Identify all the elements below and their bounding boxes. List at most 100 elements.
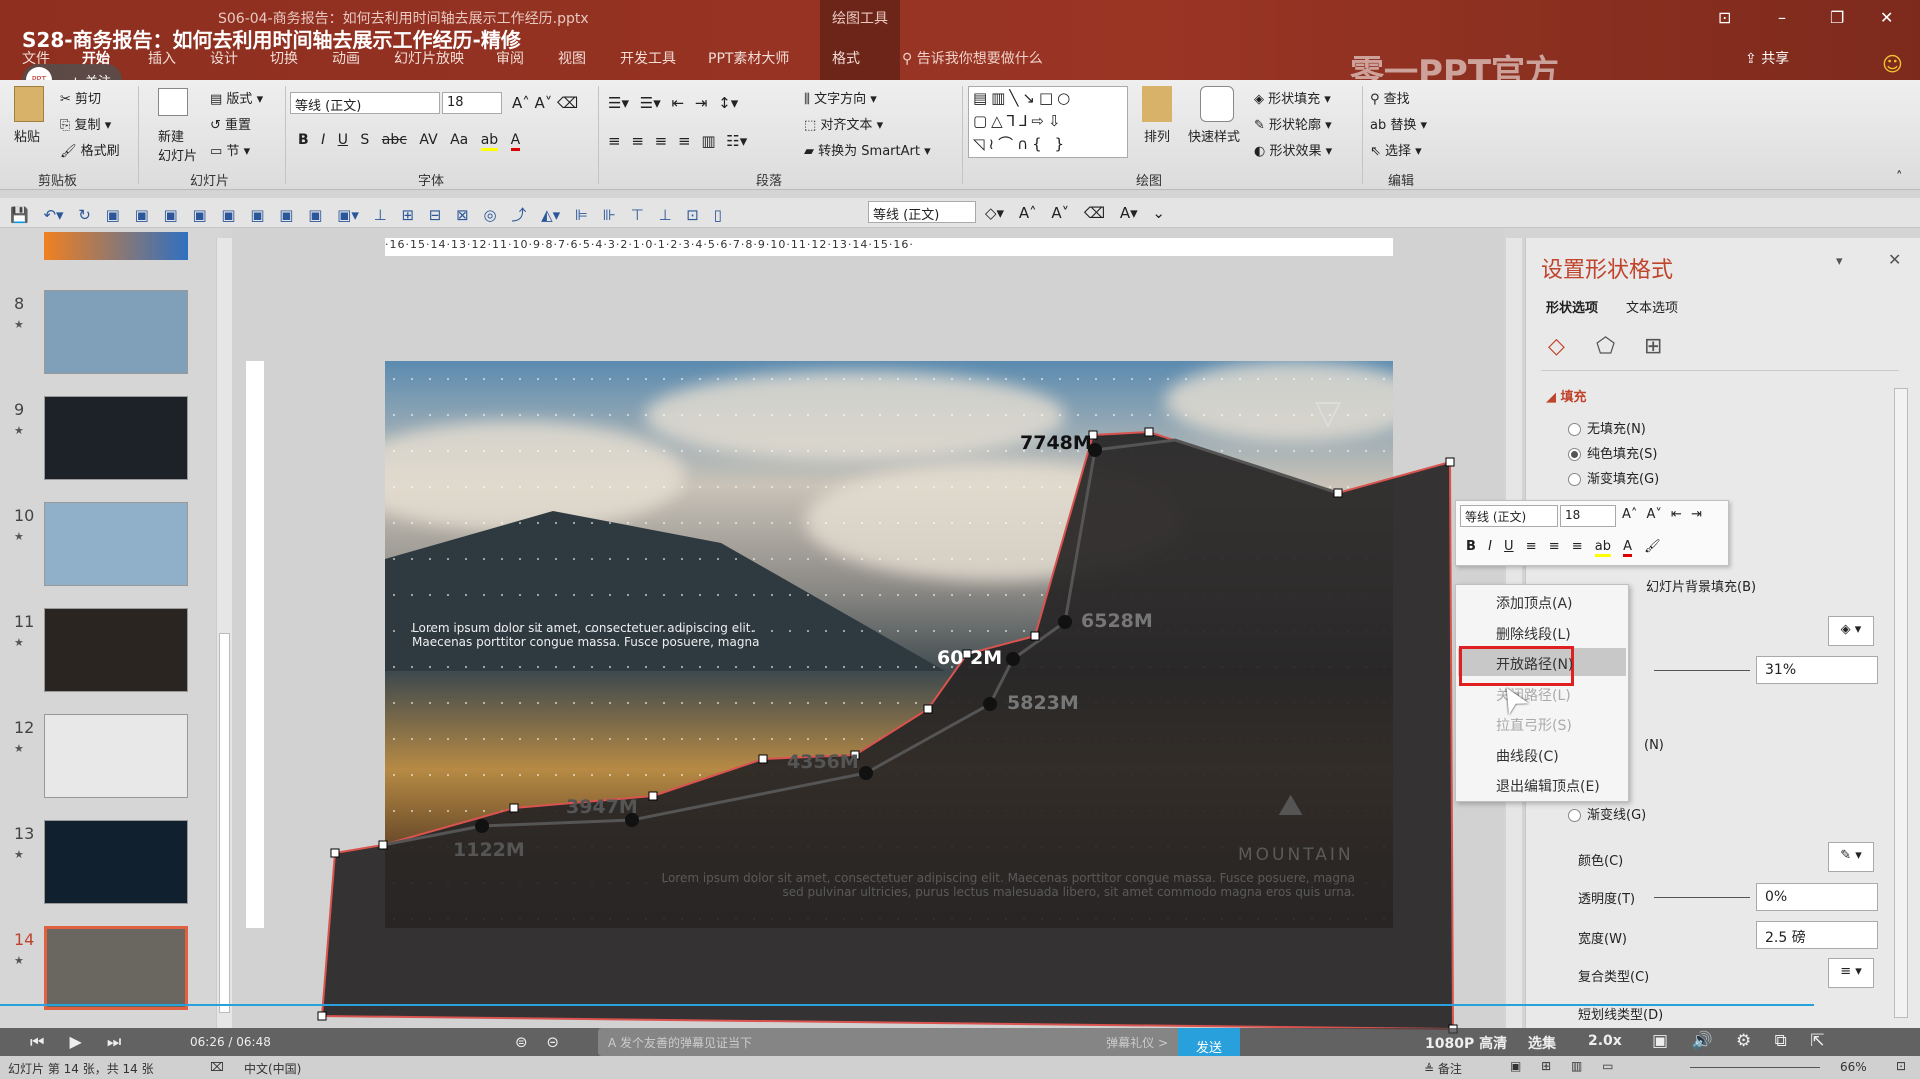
vertex-handle[interactable] xyxy=(923,704,933,714)
playback-buttons[interactable]: ⏮ ▶ ⏭ xyxy=(30,1032,121,1052)
vertex-handle[interactable] xyxy=(1030,631,1040,641)
mini-size-select[interactable]: 18 xyxy=(1560,505,1616,527)
timeline-dot xyxy=(859,766,873,780)
line-none-label: (N) xyxy=(1644,738,1664,753)
dash-type-label: 短划线类型(D) xyxy=(1578,1008,1664,1023)
timeline-dot xyxy=(1058,615,1072,629)
vertex-handle[interactable] xyxy=(648,791,658,801)
slide-text-bottom-line2: sed pulvinar ultricies, purus lectus mal… xyxy=(782,885,1355,899)
transparency-label: 透明度(T) xyxy=(1578,892,1636,907)
compound-type-label: 复合类型(C) xyxy=(1578,970,1650,985)
compound-type-dropdown[interactable]: ≡ ▾ xyxy=(1828,958,1874,988)
line-transparency-slider[interactable] xyxy=(1654,897,1750,898)
zoom-level[interactable]: 66% xyxy=(1840,1060,1867,1074)
pane-title: 设置形状格式 xyxy=(1541,258,1674,283)
fill-section-label: 填充 xyxy=(1560,390,1587,405)
width-input[interactable]: 2.5 磅 xyxy=(1756,921,1878,949)
altitude-label: 3947M xyxy=(566,796,638,818)
mini-toolbar: 等线 (正文) 18 A˄ A˅ ⇤ ⇥ B I U ≡ ≡ ≡ ab A 🖌 xyxy=(1455,500,1729,566)
mountain-icon: ⛰ xyxy=(1278,788,1304,823)
radio[interactable] xyxy=(1568,473,1581,486)
vertex-handle[interactable] xyxy=(330,848,340,858)
vertex-handle[interactable] xyxy=(1445,457,1455,467)
vertex-handle[interactable] xyxy=(378,840,388,850)
slide-text-bottom[interactable]: Lorem ipsum dolor sit amet, consectetuer… xyxy=(645,871,1355,899)
pane-close-icon[interactable]: ✕ xyxy=(1888,250,1901,269)
vertex-handle[interactable] xyxy=(1144,427,1154,437)
notes-button[interactable]: ≜ 备注 xyxy=(1424,1060,1462,1077)
timeline-dot xyxy=(475,819,489,833)
menu-item[interactable]: 删除线段(L) xyxy=(1496,624,1571,644)
episodes-button[interactable]: 选集 xyxy=(1528,1033,1556,1053)
line-color-dropdown[interactable]: ✎ ▾ xyxy=(1828,842,1874,872)
gradient-line-radio[interactable]: 渐变线(G) xyxy=(1568,804,1646,823)
pane-options-icon[interactable]: ▾ xyxy=(1836,254,1843,269)
menu-item[interactable]: 添加顶点(A) xyxy=(1496,593,1573,613)
mini-format-buttons[interactable]: B I U ≡ ≡ ≡ ab A 🖌 xyxy=(1466,539,1661,557)
altitude-label: 4356M xyxy=(787,751,859,773)
vertex-handle[interactable] xyxy=(317,1011,327,1021)
altitude-label: 5823M xyxy=(1007,692,1079,714)
effects-pentagon-icon[interactable]: ⬠ xyxy=(1596,334,1615,359)
fill-color-dropdown[interactable]: ◈ ▾ xyxy=(1828,616,1874,646)
fit-slide-icon[interactable]: ⊡ xyxy=(1896,1059,1906,1073)
quality-button[interactable]: 1080P 高清 xyxy=(1425,1033,1507,1053)
view-buttons[interactable]: ▣ ⊞ ▥ ▭ xyxy=(1510,1059,1614,1073)
danmaku-etiquette-link[interactable]: 弹幕礼仪 > xyxy=(1106,1034,1168,1051)
vertex-handle[interactable] xyxy=(1333,488,1343,498)
gradient-fill-radio[interactable]: 渐变填充(G) xyxy=(1568,468,1659,487)
video-time: 06:26 / 06:48 xyxy=(190,1035,271,1049)
mini-font-select[interactable]: 等线 (正文) xyxy=(1460,505,1558,527)
vertex-handle[interactable] xyxy=(758,754,768,764)
slide-count: 幻灯片 第 14 张，共 14 张 xyxy=(8,1062,154,1076)
danmaku-input[interactable]: A 发个友善的弹幕见证当下 弹幕礼仪 > xyxy=(598,1028,1178,1056)
no-fill-label: 无填充(N) xyxy=(1587,422,1646,437)
notes-label: 备注 xyxy=(1437,1062,1462,1076)
width-label: 宽度(W) xyxy=(1578,932,1627,947)
solid-fill-radio[interactable]: 纯色填充(S) xyxy=(1568,443,1657,462)
vertex-handle[interactable] xyxy=(509,803,519,813)
transparency-slider[interactable] xyxy=(1654,670,1750,671)
radio-checked[interactable] xyxy=(1568,448,1581,461)
radio[interactable] xyxy=(1568,423,1581,436)
altitude-label: 7748M xyxy=(1020,432,1092,454)
slide-text-bottom-line1: Lorem ipsum dolor sit amet, consectetuer… xyxy=(661,871,1355,885)
solid-fill-label: 纯色填充(S) xyxy=(1587,447,1658,462)
size-properties-icon[interactable]: ⊞ xyxy=(1644,334,1662,359)
danmaku-toggle-icons[interactable]: ⊜ ⊝ xyxy=(515,1033,559,1051)
timeline-dot xyxy=(983,697,997,711)
fill-transparency-input[interactable]: 31% xyxy=(1756,656,1878,684)
tab-text-options[interactable]: 文本选项 xyxy=(1626,297,1678,316)
altitude-label: 6528M xyxy=(1081,610,1153,632)
context-menu: 添加顶点(A) 删除线段(L) 开放路径(N) 关闭路径(L) 拉直弓形(S) 曲线段(C… xyxy=(1455,584,1629,802)
mountain-title: MOUNTAIN xyxy=(1238,845,1354,865)
zoom-slider[interactable] xyxy=(1690,1067,1820,1068)
danmaku-placeholder-text: 发个友善的弹幕见证当下 xyxy=(620,1036,753,1050)
status-bar: 幻灯片 第 14 张，共 14 张 ⌧ 中文(中国) ≜ 备注 ▣ ⊞ ▥ ▭ … xyxy=(0,1056,1920,1079)
video-player-bar: ⏮ ▶ ⏭ 06:26 / 06:48 ⊜ ⊝ A 发个友善的弹幕见证当下 弹幕… xyxy=(0,1028,1920,1066)
speed-button[interactable]: 2.0x xyxy=(1588,1033,1622,1049)
freeform-shape[interactable] xyxy=(320,430,1455,1031)
color-label: 颜色(C) xyxy=(1578,854,1624,869)
line-transparency-input[interactable]: 0% xyxy=(1756,883,1878,911)
menu-item[interactable]: 曲线段(C) xyxy=(1496,746,1559,766)
danmaku-placeholder: A 发个友善的弹幕见证当下 xyxy=(608,1036,753,1050)
no-fill-radio[interactable]: 无填充(N) xyxy=(1568,418,1646,437)
player-control-icons[interactable]: ▣ 🔊 ⚙ ⧉ ⇱ xyxy=(1652,1031,1824,1051)
radio[interactable] xyxy=(1568,809,1581,822)
menu-item[interactable]: 开放路径(N) xyxy=(1496,654,1573,674)
menu-item[interactable]: 退出编辑顶点(E) xyxy=(1496,776,1600,796)
video-progress-bar[interactable] xyxy=(0,1004,1815,1006)
timeline-dot xyxy=(1006,652,1020,666)
gradient-line-label: 渐变线(G) xyxy=(1587,808,1647,823)
fill-section-header[interactable]: ◢ 填充 xyxy=(1546,386,1587,405)
fill-line-icon[interactable]: ◇ xyxy=(1548,334,1565,359)
mini-size-buttons[interactable]: A˄ A˅ ⇤ ⇥ xyxy=(1622,507,1702,522)
language-status[interactable]: 中文(中国) xyxy=(244,1060,301,1077)
altitude-label: 60 2M xyxy=(937,647,1003,669)
divider xyxy=(1541,370,1899,371)
pane-scrollbar[interactable] xyxy=(1894,388,1908,1018)
tab-shape-options[interactable]: 形状选项 xyxy=(1546,297,1598,316)
bg-fill-label[interactable]: 幻灯片背景填充(B) xyxy=(1646,576,1756,595)
spellcheck-icon[interactable]: ⌧ xyxy=(210,1060,224,1074)
